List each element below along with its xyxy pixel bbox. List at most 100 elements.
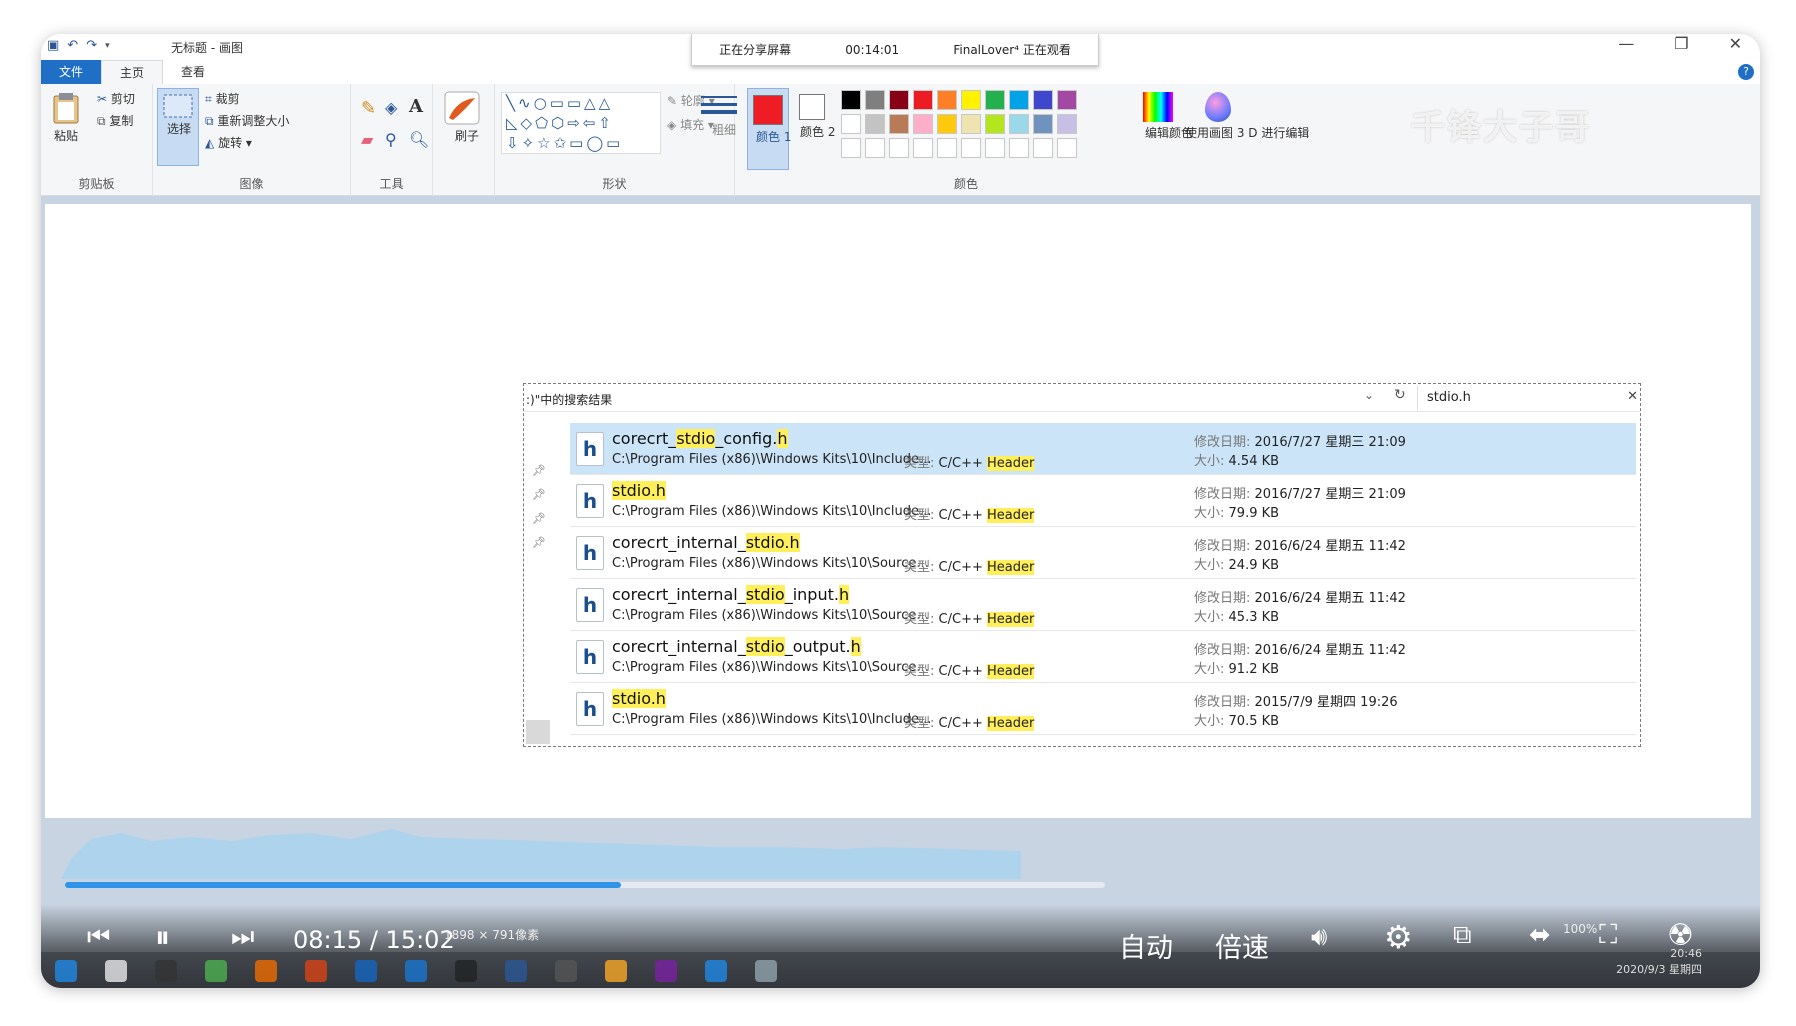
search-input[interactable]: stdio.h xyxy=(1427,390,1471,405)
app-icon[interactable] xyxy=(455,960,477,982)
fullscreen-icon[interactable]: ⛶ xyxy=(1599,920,1617,951)
restore-button[interactable]: ❐ xyxy=(1674,34,1688,53)
color2-button[interactable]: 颜色 2 xyxy=(793,94,835,140)
app-icon[interactable] xyxy=(355,960,377,982)
close-button[interactable]: ✕ xyxy=(1729,34,1742,53)
palette-swatch[interactable] xyxy=(865,114,885,134)
text-icon[interactable]: A xyxy=(409,96,423,117)
redo-icon[interactable]: ↷ xyxy=(86,38,97,53)
palette-swatch[interactable] xyxy=(1057,114,1077,134)
eraser-icon[interactable]: ▰ xyxy=(361,130,373,149)
search-icon[interactable] xyxy=(105,960,127,982)
resize-button[interactable]: ⧉ 重新调整大小 xyxy=(205,112,289,129)
firefox-icon[interactable] xyxy=(255,960,277,982)
start-icon[interactable] xyxy=(55,960,77,982)
palette-swatch[interactable] xyxy=(865,90,885,110)
playback-speed-button[interactable]: 倍速 xyxy=(1215,926,1269,965)
app-icon[interactable] xyxy=(505,960,527,982)
paste-button[interactable]: 粘贴 xyxy=(49,92,83,144)
palette-swatch[interactable] xyxy=(841,114,861,134)
palette-swatch[interactable] xyxy=(985,90,1005,110)
magnifier-icon[interactable]: 🔍︎ xyxy=(409,130,429,149)
palette-swatch[interactable] xyxy=(889,114,909,134)
chevron-down-icon[interactable]: ⌄ xyxy=(1364,388,1374,402)
palette-swatch[interactable] xyxy=(961,90,981,110)
palette-swatch[interactable] xyxy=(1057,90,1077,110)
palette-swatch[interactable] xyxy=(937,90,957,110)
edge-icon[interactable] xyxy=(205,960,227,982)
pasted-search-results[interactable]: :)"中的搜索结果 ⌄ ↻ stdio.h ✕ 📌︎ 📌︎ 📌︎ 📌︎ h cor… xyxy=(523,383,1641,747)
result-row[interactable]: h corecrt_internal_stdio_output.h C:\Progr… xyxy=(570,631,1636,683)
color1-button[interactable]: 颜色 1 xyxy=(747,88,791,170)
help-icon[interactable]: ? xyxy=(1738,64,1754,80)
palette-swatch[interactable] xyxy=(913,114,933,134)
app-icon[interactable] xyxy=(405,960,427,982)
result-row[interactable]: h corecrt_internal_stdio.h C:\Program File… xyxy=(570,527,1636,579)
fill-icon[interactable]: ◈ xyxy=(385,98,397,117)
settings-gear-icon[interactable]: ⚙︎ xyxy=(1384,918,1413,956)
palette-swatch[interactable] xyxy=(841,90,861,110)
palette-swatch[interactable] xyxy=(1009,114,1029,134)
edit-colors-button[interactable]: 编辑颜色 xyxy=(1141,92,1193,141)
close-icon[interactable]: ✕ xyxy=(1627,389,1638,404)
avatar-icon[interactable] xyxy=(555,960,577,982)
palette-swatch[interactable] xyxy=(913,90,933,110)
palette-swatch[interactable] xyxy=(1009,138,1029,158)
undo-icon[interactable]: ↶ xyxy=(67,38,78,53)
save-icon[interactable]: ▣ xyxy=(47,38,59,53)
pause-icon[interactable]: ⏸︎ xyxy=(155,920,170,955)
palette-swatch[interactable] xyxy=(1033,114,1053,134)
palette-swatch[interactable] xyxy=(1009,90,1029,110)
palette-swatch[interactable] xyxy=(937,114,957,134)
result-row[interactable]: h corecrt_stdio_config.h C:\Program Files … xyxy=(570,423,1636,475)
crop-button[interactable]: ⌗ 裁剪 xyxy=(205,90,240,107)
pencil-icon[interactable]: ✎ xyxy=(361,98,376,119)
tab-file[interactable]: 文件 xyxy=(41,60,102,84)
group-brush: 刷子 xyxy=(433,84,495,196)
visual-studio-icon[interactable] xyxy=(655,960,677,982)
widescreen-icon[interactable]: ⬌ xyxy=(1529,920,1551,950)
brush-button[interactable]: 刷子 xyxy=(441,90,483,143)
palette-swatch[interactable] xyxy=(913,138,933,158)
palette-swatch[interactable] xyxy=(889,90,909,110)
palette-swatch[interactable] xyxy=(937,138,957,158)
paint3d-button[interactable]: 使用画图 3 D 进行编辑 xyxy=(1183,92,1309,141)
folder-icon[interactable] xyxy=(605,960,627,982)
palette-swatch[interactable] xyxy=(961,114,981,134)
palette-swatch[interactable] xyxy=(961,138,981,158)
palette-swatch[interactable] xyxy=(985,138,1005,158)
palette-swatch[interactable] xyxy=(1033,90,1053,110)
color-picker-icon[interactable]: ⚲ xyxy=(385,130,397,149)
tab-home[interactable]: 主页 xyxy=(101,60,164,84)
palette-swatch[interactable] xyxy=(865,138,885,158)
size-button[interactable]: 粗细 xyxy=(699,94,739,137)
previous-icon[interactable]: ⏮︎ xyxy=(87,922,110,953)
select-button[interactable]: 选择 xyxy=(157,88,199,166)
task-view-icon[interactable] xyxy=(155,960,177,982)
next-icon[interactable]: ⏭︎ xyxy=(231,922,254,953)
palette-swatch[interactable] xyxy=(1057,138,1077,158)
refresh-icon[interactable]: ↻ xyxy=(1394,387,1406,403)
shapes-gallery[interactable]: ╲∿○▭▭△△ ◺◇⬠⬡⇨⇦⇧ ⇩✧☆✩▭◯▭ xyxy=(501,92,661,154)
pip-icon[interactable]: ⧉ xyxy=(1453,920,1472,951)
drawing-canvas[interactable]: :)"中的搜索结果 ⌄ ↻ stdio.h ✕ 📌︎ 📌︎ 📌︎ 📌︎ h cor… xyxy=(45,204,1751,818)
cut-button[interactable]: ✂ 剪切 xyxy=(97,90,135,107)
app-icon[interactable] xyxy=(705,960,727,982)
copy-button[interactable]: ⧉ 复制 xyxy=(97,112,133,129)
palette-swatch[interactable] xyxy=(985,114,1005,134)
result-row[interactable]: h stdio.h C:\Program Files (x86)\Windows K… xyxy=(570,475,1636,527)
quality-auto-button[interactable]: 自动 xyxy=(1119,926,1173,965)
tab-view[interactable]: 查看 xyxy=(163,60,223,84)
minimize-button[interactable]: — xyxy=(1618,34,1634,53)
result-row[interactable]: h corecrt_internal_stdio_input.h C:\Progra… xyxy=(570,579,1636,631)
palette-swatch[interactable] xyxy=(889,138,909,158)
paint-icon[interactable] xyxy=(755,960,777,982)
customize-dropdown-icon[interactable]: ▾ xyxy=(105,41,110,51)
rotate-button[interactable]: ◭ 旋转 ▾ xyxy=(205,134,252,151)
palette-swatch[interactable] xyxy=(841,138,861,158)
name-middle: _input. xyxy=(784,585,839,604)
palette-swatch[interactable] xyxy=(1033,138,1053,158)
result-row[interactable]: h stdio.h C:\Program Files (x86)\Windows K… xyxy=(570,683,1636,735)
app-icon[interactable] xyxy=(305,960,327,982)
volume-icon[interactable]: 🔊︎ xyxy=(1311,922,1327,953)
